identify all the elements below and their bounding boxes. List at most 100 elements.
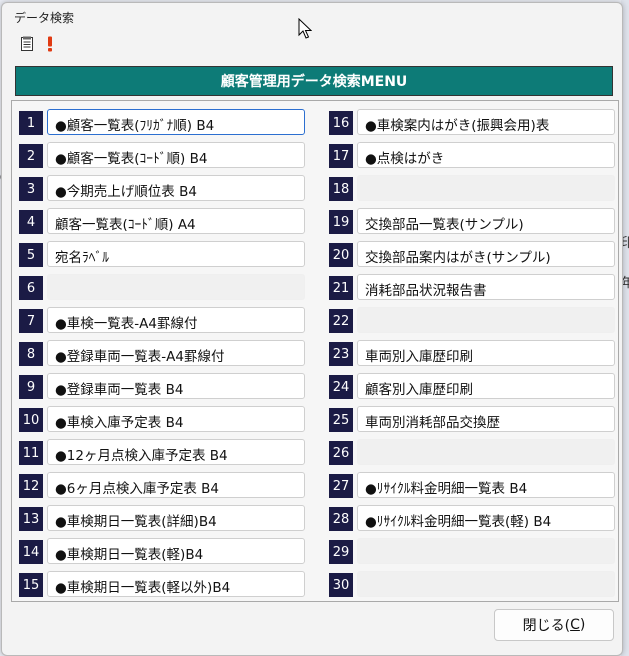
menu-row: 5 宛名ﾗﾍﾞﾙ — [19, 241, 309, 268]
menu-item-button[interactable]: ●ﾘｻｲｸﾙ料金明細一覧表 B4 — [357, 472, 615, 498]
menu-header: 顧客管理用データ検索MENU — [15, 66, 613, 96]
menu-row: 8 ●登録車両一覧表-A4罫線付 — [19, 340, 309, 367]
menu-row: 4 顧客一覧表(ｺｰﾄﾞ順) A4 — [19, 208, 309, 235]
menu-item-button[interactable]: 車両別消耗部品交換歴 — [357, 406, 615, 432]
search-dialog-window: データ検索 顧客管理用データ検索MENU 1 ●顧客一覧表(ﾌﾘｶﾞﾅ順) B4 2… — [1, 2, 623, 656]
menu-row: 19 交換部品一覧表(サンプル) — [329, 208, 619, 235]
close-button[interactable]: 閉じる(C) — [494, 609, 614, 641]
menu-item-empty — [357, 307, 615, 333]
menu-number-badge: 3 — [19, 177, 43, 201]
close-button-key: C — [570, 617, 580, 633]
menu-item-button[interactable]: 交換部品一覧表(サンプル) — [357, 208, 615, 234]
menu-row: 3 ●今期売上げ順位表 B4 — [19, 175, 309, 202]
menu-item-empty — [47, 274, 305, 300]
menu-row: 12 ●6ヶ月点検入庫予定表 B4 — [19, 472, 309, 499]
menu-number-badge: 29 — [329, 540, 353, 564]
menu-row: 27 ●ﾘｻｲｸﾙ料金明細一覧表 B4 — [329, 472, 619, 499]
menu-item-button[interactable]: ●車検期日一覧表(軽)B4 — [47, 538, 305, 564]
exclamation-icon[interactable] — [46, 36, 54, 56]
menu-item-button[interactable]: ●車検入庫予定表 B4 — [47, 406, 305, 432]
menu-row: 9 ●登録車両一覧表 B4 — [19, 373, 309, 400]
menu-item-button[interactable]: 交換部品案内はがき(サンプル) — [357, 241, 615, 267]
menu-item-empty — [357, 175, 615, 201]
menu-item-button[interactable]: ●顧客一覧表(ﾌﾘｶﾞﾅ順) B4 — [47, 109, 305, 135]
menu-row: 30 — [329, 571, 619, 598]
menu-row: 26 — [329, 439, 619, 466]
menu-number-badge: 7 — [19, 309, 43, 333]
menu-row: 28 ●ﾘｻｲｸﾙ料金明細一覧表(軽) B4 — [329, 505, 619, 532]
menu-row: 11 ●12ヶ月点検入庫予定表 B4 — [19, 439, 309, 466]
menu-number-badge: 16 — [329, 111, 353, 135]
menu-number-badge: 22 — [329, 309, 353, 333]
menu-item-button[interactable]: ●今期売上げ順位表 B4 — [47, 175, 305, 201]
report-icon[interactable] — [20, 36, 34, 56]
menu-row: 29 — [329, 538, 619, 565]
menu-item-button[interactable]: ●12ヶ月点検入庫予定表 B4 — [47, 439, 305, 465]
close-button-label: 閉じる( — [522, 618, 571, 634]
menu-number-badge: 24 — [329, 375, 353, 399]
menu-item-empty — [357, 571, 615, 597]
menu-row: 15 ●車検期日一覧表(軽以外)B4 — [19, 571, 309, 598]
menu-row: 6 — [19, 274, 309, 301]
menu-number-badge: 13 — [19, 507, 43, 531]
menu-number-badge: 8 — [19, 342, 43, 366]
menu-row: 2 ●顧客一覧表(ｺｰﾄﾞ順) B4 — [19, 142, 309, 169]
menu-number-badge: 21 — [329, 276, 353, 300]
menu-number-badge: 9 — [19, 375, 43, 399]
menu-number-badge: 4 — [19, 210, 43, 234]
title-bar[interactable]: データ検索 — [2, 3, 622, 30]
menu-number-badge: 10 — [19, 408, 43, 432]
menu-row: 16 ●車検案内はがき(振興会用)表 — [329, 109, 619, 136]
menu-item-button[interactable]: ●車検期日一覧表(軽以外)B4 — [47, 571, 305, 597]
menu-row: 7 ●車検一覧表-A4罫線付 — [19, 307, 309, 334]
menu-item-button[interactable]: 宛名ﾗﾍﾞﾙ — [47, 241, 305, 267]
menu-number-badge: 18 — [329, 177, 353, 201]
menu-row: 18 — [329, 175, 619, 202]
menu-row: 22 — [329, 307, 619, 334]
menu-number-badge: 17 — [329, 144, 353, 168]
menu-number-badge: 25 — [329, 408, 353, 432]
menu-number-badge: 30 — [329, 573, 353, 597]
menu-item-button[interactable]: ●登録車両一覧表 B4 — [47, 373, 305, 399]
menu-number-badge: 20 — [329, 243, 353, 267]
menu-number-badge: 26 — [329, 441, 353, 465]
menu-item-button[interactable]: ●車検期日一覧表(詳細)B4 — [47, 505, 305, 531]
menu-row: 21 消耗部品状況報告書 — [329, 274, 619, 301]
menu-row: 24 顧客別入庫歴印刷 — [329, 373, 619, 400]
menu-number-badge: 23 — [329, 342, 353, 366]
menu-row: 20 交換部品案内はがき(サンプル) — [329, 241, 619, 268]
menu-item-empty — [357, 538, 615, 564]
menu-number-badge: 27 — [329, 474, 353, 498]
menu-item-empty — [357, 439, 615, 465]
menu-number-badge: 15 — [19, 573, 43, 597]
menu-item-button[interactable]: ●ﾘｻｲｸﾙ料金明細一覧表(軽) B4 — [357, 505, 615, 531]
menu-item-button[interactable]: 消耗部品状況報告書 — [357, 274, 615, 300]
menu-number-badge: 28 — [329, 507, 353, 531]
close-button-suffix: ) — [579, 617, 586, 633]
menu-row: 10 ●車検入庫予定表 B4 — [19, 406, 309, 433]
toolbar — [2, 33, 622, 55]
menu-number-badge: 6 — [19, 276, 43, 300]
menu-item-button[interactable]: 車両別入庫歴印刷 — [357, 340, 615, 366]
menu-row: 1 ●顧客一覧表(ﾌﾘｶﾞﾅ順) B4 — [19, 109, 309, 136]
menu-number-badge: 2 — [19, 144, 43, 168]
menu-item-button[interactable]: ●顧客一覧表(ｺｰﾄﾞ順) B4 — [47, 142, 305, 168]
menu-item-button[interactable]: ●登録車両一覧表-A4罫線付 — [47, 340, 305, 366]
menu-item-button[interactable]: ●6ヶ月点検入庫予定表 B4 — [47, 472, 305, 498]
menu-number-badge: 5 — [19, 243, 43, 267]
menu-item-button[interactable]: ●点検はがき — [357, 142, 615, 168]
menu-item-button[interactable]: ●車検案内はがき(振興会用)表 — [357, 109, 615, 135]
menu-row: 25 車両別消耗部品交換歴 — [329, 406, 619, 433]
menu-number-badge: 12 — [19, 474, 43, 498]
menu-row: 14 ●車検期日一覧表(軽)B4 — [19, 538, 309, 565]
menu-number-badge: 19 — [329, 210, 353, 234]
menu-item-button[interactable]: ●車検一覧表-A4罫線付 — [47, 307, 305, 333]
menu-number-badge: 11 — [19, 441, 43, 465]
menu-row: 23 車両別入庫歴印刷 — [329, 340, 619, 367]
menu-number-badge: 14 — [19, 540, 43, 564]
window-title: データ検索 — [14, 11, 75, 25]
menu-number-badge: 1 — [19, 111, 43, 135]
menu-item-button[interactable]: 顧客別入庫歴印刷 — [357, 373, 615, 399]
menu-row: 13 ●車検期日一覧表(詳細)B4 — [19, 505, 309, 532]
menu-item-button[interactable]: 顧客一覧表(ｺｰﾄﾞ順) A4 — [47, 208, 305, 234]
